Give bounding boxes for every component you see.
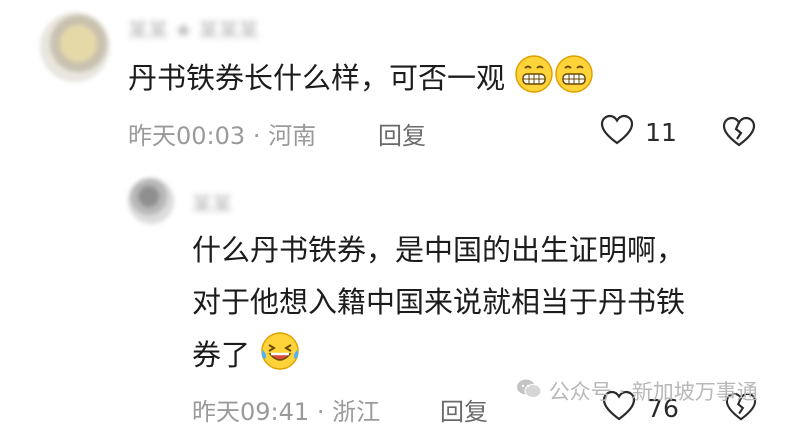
comment-body: 丹书铁券长什么样，可否一观 (128, 61, 506, 95)
watermark: 公众号 · 新加坡万事通 (516, 376, 758, 406)
author-name[interactable]: 某某 (192, 188, 232, 217)
comment-meta: 昨天00:03 · 河南 (128, 116, 316, 151)
author-name[interactable]: 某某 ★ 某某某 (128, 14, 259, 43)
laughing-crying-emoji-icon (259, 330, 301, 384)
watermark-text: 公众号 · 新加坡万事通 (548, 380, 758, 404)
comment-time: 昨天00:03 (128, 122, 246, 150)
comment-line: 对于他想入籍中国来说就相当于丹书铁 (192, 285, 686, 319)
comment-line: 什么丹书铁券，是中国的出生证明啊， (192, 233, 686, 267)
grinning-emoji-icon (514, 54, 554, 106)
wechat-icon (516, 378, 542, 405)
like-count: 11 (645, 117, 677, 147)
reply-button[interactable]: 回复 (378, 116, 426, 151)
grinning-emoji-icon (554, 54, 594, 106)
comment-line: 券了 (192, 330, 301, 384)
broken-heart-icon[interactable] (722, 116, 756, 152)
comment-body: 券了 (192, 338, 251, 372)
avatar[interactable] (40, 12, 110, 82)
comment-location: 河南 (268, 122, 317, 150)
like-button[interactable]: 11 (600, 114, 677, 150)
comment-text: 丹书铁券长什么样，可否一观 (128, 54, 594, 106)
avatar[interactable] (128, 178, 174, 224)
heart-outline-icon (600, 114, 634, 150)
meta-separator: · (252, 122, 261, 150)
